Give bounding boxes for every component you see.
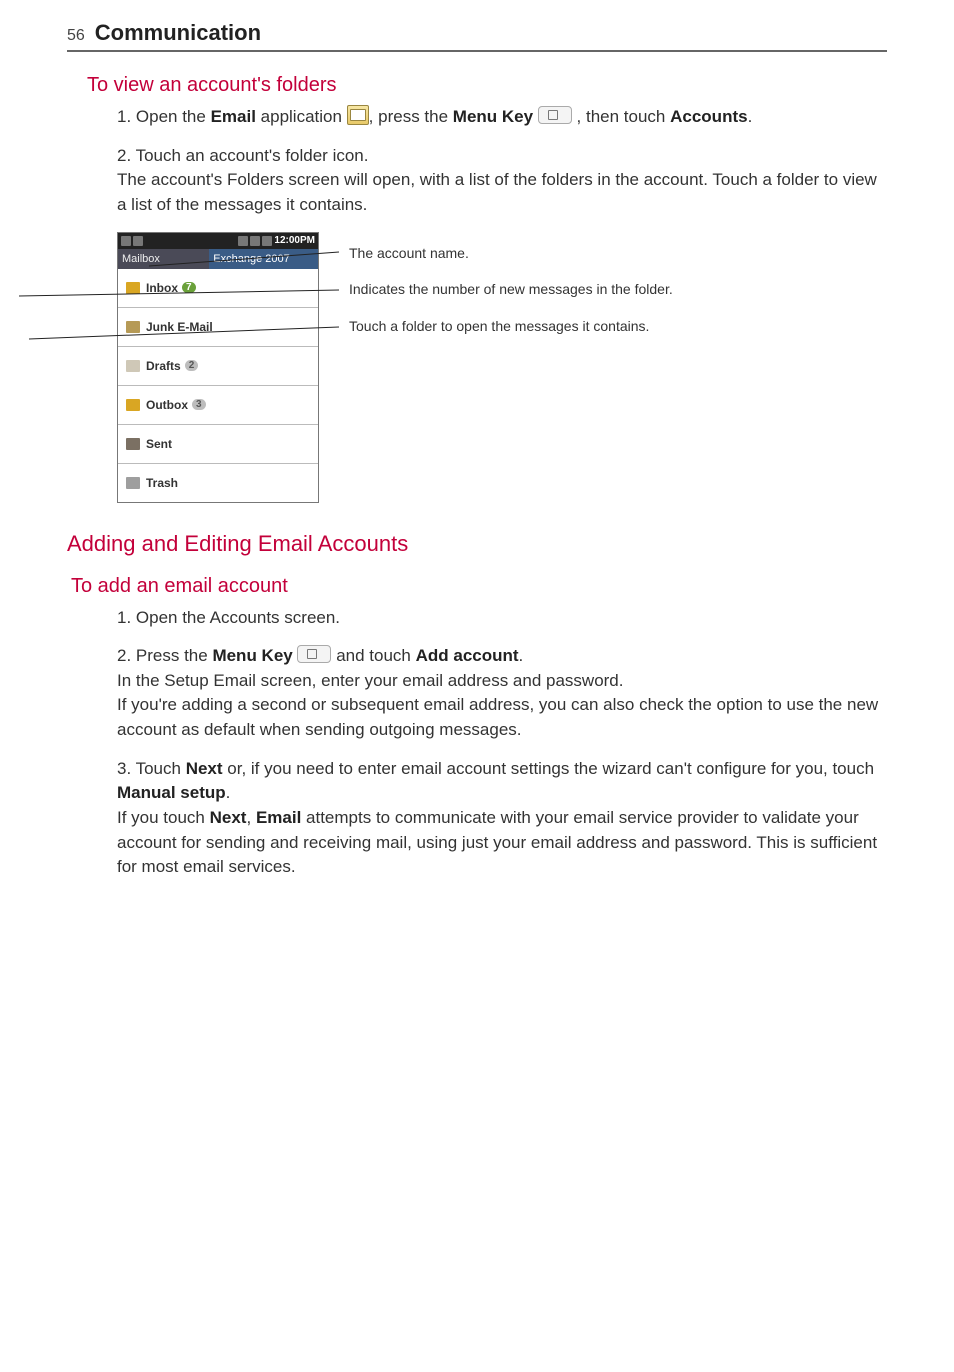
folder-label: Sent [146, 437, 172, 451]
text: 3. Touch [117, 759, 186, 778]
status-icon [133, 236, 143, 246]
folder-drafts[interactable]: Drafts 2 [118, 347, 318, 386]
callout-text: The account name. [349, 245, 469, 261]
callouts-column: The account name. Indicates the number o… [349, 232, 673, 355]
email-app-name: Email [256, 808, 301, 827]
folder-outbox[interactable]: Outbox 3 [118, 386, 318, 425]
step2-2: 2. Press the Menu Key and touch Add acco… [117, 644, 887, 743]
trash-icon [126, 477, 140, 489]
email-app-name: Email [211, 107, 256, 126]
sent-icon [126, 438, 140, 450]
callout-text: Indicates the number of new messages in … [349, 281, 673, 297]
text: In the Setup Email screen, enter your em… [117, 671, 624, 690]
text: application [256, 107, 347, 126]
text: , then touch [572, 107, 670, 126]
text: and touch [331, 646, 415, 665]
text: , [246, 808, 255, 827]
folder-label: Outbox [146, 398, 188, 412]
status-bar: 12:00PM [118, 233, 318, 249]
next-button-name: Next [210, 808, 247, 827]
text: 2. Press the [117, 646, 212, 665]
status-icon [121, 236, 131, 246]
outbox-icon [126, 399, 140, 411]
text: 2. Touch an account's folder icon. [117, 146, 368, 165]
status-icon [238, 236, 248, 246]
folder-label: Trash [146, 476, 178, 490]
step-2-touch-folder: 2. Touch an account's folder icon. The a… [117, 144, 887, 218]
callout-account-name: The account name. [349, 244, 673, 263]
step-1-open-email: 1. Open the Email application , press th… [117, 105, 887, 130]
accounts-menu-name: Accounts [670, 107, 747, 126]
leader-line-icon [159, 288, 349, 312]
status-icon [262, 236, 272, 246]
menu-key-icon [538, 106, 572, 124]
page-number: 56 [67, 27, 85, 45]
callout-text: Touch a folder to open the messages it c… [349, 318, 649, 334]
text: The account's Folders screen will open, … [117, 170, 877, 214]
section-title: Communication [95, 20, 261, 46]
callout-new-messages: Indicates the number of new messages in … [349, 280, 673, 299]
callout-open-folder: Touch a folder to open the messages it c… [349, 317, 673, 336]
manual-setup-name: Manual setup [117, 783, 226, 802]
menu-key-name: Menu Key [212, 646, 292, 665]
heading-adding-editing: Adding and Editing Email Accounts [67, 531, 887, 557]
text: , press the [369, 107, 453, 126]
count-badge: 3 [192, 399, 206, 410]
step2-3: 3. Touch Next or, if you need to enter e… [117, 757, 887, 880]
subheading-add-account: To add an email account [67, 575, 887, 598]
text: . [748, 107, 753, 126]
figure-folders-screen: 12:00PM Mailbox Exchange 2007 Inbox 7 Ju… [117, 232, 887, 503]
folder-sent[interactable]: Sent [118, 425, 318, 464]
leader-line-icon [159, 252, 349, 276]
add-account-menu-name: Add account [416, 646, 519, 665]
menu-key-name: Menu Key [453, 107, 533, 126]
subheading-view-folders: To view an account's folders [67, 74, 887, 97]
text: 1. Open the [117, 107, 211, 126]
drafts-icon [126, 360, 140, 372]
page-header: 56 Communication [67, 20, 887, 52]
text: If you touch [117, 808, 210, 827]
text: . [519, 646, 524, 665]
inbox-icon [126, 282, 140, 294]
folder-trash[interactable]: Trash [118, 464, 318, 502]
text: or, if you need to enter email account s… [223, 759, 875, 778]
status-time: 12:00PM [274, 235, 315, 246]
count-badge: 2 [185, 360, 199, 371]
junk-icon [126, 321, 140, 333]
text: . [226, 783, 231, 802]
menu-key-icon [297, 645, 331, 663]
text: If you're adding a second or subsequent … [117, 695, 878, 739]
folder-label: Drafts [146, 359, 181, 373]
status-icon [250, 236, 260, 246]
step2-1: 1. Open the Accounts screen. [117, 606, 887, 631]
next-button-name: Next [186, 759, 223, 778]
email-icon [347, 105, 369, 125]
leader-line-icon [159, 325, 349, 349]
